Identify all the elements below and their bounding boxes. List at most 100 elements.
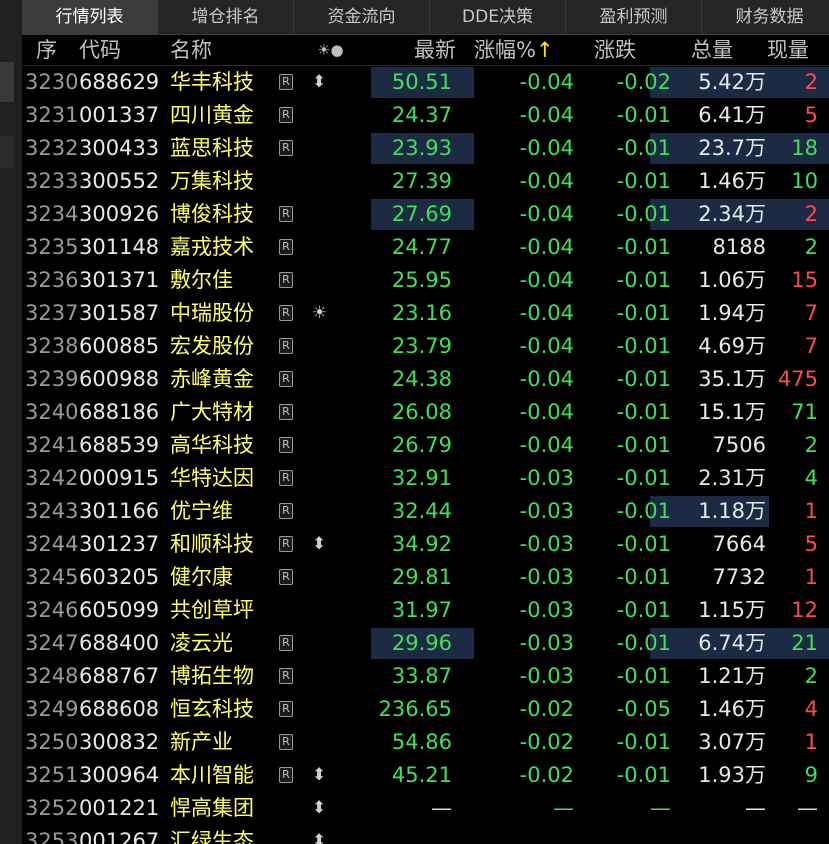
total-volume-number: 1.18 [698,499,745,523]
stock-code: 300832 [79,730,160,754]
col-header-code[interactable]: 代码 [79,35,121,65]
col-header-name[interactable]: 名称 [170,35,212,65]
latest-price-value: 23.93 [391,136,452,160]
table-row[interactable]: 3233 300552 万集科技 27.39 -0.04 -0.01 1.46万 10 [22,165,829,198]
total-volume-number: 1.15 [698,598,745,622]
table-row[interactable]: 3243 301166 优宁维 R 32.44 -0.03 -0.01 1.18万 1 [22,495,829,528]
col-header-chg[interactable]: 涨跌 [594,35,636,65]
col-header-cur[interactable]: 现量 [767,35,809,65]
margin-r-badge-icon: R [279,107,293,123]
table-row[interactable]: 3242 000915 华特达因 R 32.91 -0.03 -0.01 2.31万 4 [22,462,829,495]
row-flag-icon: ⬍ [312,798,327,818]
table-row[interactable]: 3240 688186 广大特材 R 26.08 -0.04 -0.01 15.1万 71 [22,396,829,429]
table-row[interactable]: 3247 688400 凌云光 R 29.96 -0.03 -0.01 6.74万 21 [22,627,829,660]
tab-dde-decision[interactable]: DDE决策 [430,0,566,34]
stock-code: 600885 [79,334,160,358]
margin-r-badge-icon: R [279,371,293,387]
total-volume: 1.21万 [650,660,766,693]
stock-name: 凌云光 [170,631,233,655]
table-row[interactable]: 3234 300926 博俊科技 R 27.69 -0.04 -0.01 2.34万 2 [22,198,829,231]
table-row[interactable]: 3239 600988 赤峰黄金 R 24.38 -0.04 -0.01 35.1万 475 [22,363,829,396]
total-volume-unit: 万 [745,763,766,787]
tab-capital-flow[interactable]: 资金流向 [294,0,430,34]
table-row[interactable]: 3244 301237 和顺科技 R ⬍ 34.92 -0.03 -0.01 7664 5 [22,528,829,561]
row-seq: 3246 [25,598,79,622]
margin-r-badge-icon: R [279,569,293,585]
row-seq: 3233 [25,169,79,193]
tab-position-ranking[interactable]: 增仓排名 [158,0,294,34]
current-volume: 1 [804,730,818,754]
change-percent: -0.03 [519,664,574,688]
row-seq: 3236 [25,268,79,292]
change-percent: -0.04 [519,268,574,292]
latest-price-value: 31.97 [391,598,452,622]
current-volume: 7 [804,301,818,325]
stock-name: 宏发股份 [170,334,254,358]
col-header-pct[interactable]: 涨幅%↑ [474,35,554,65]
change-percent: -0.04 [519,70,574,94]
change-percent: -0.02 [519,730,574,754]
margin-r-badge-icon: R [279,338,293,354]
table-row[interactable]: 3251 300964 本川智能 R ⬍ 45.21 -0.02 -0.01 1.93万 9 [22,759,829,792]
margin-r-badge-icon: R [279,437,293,453]
table-row[interactable]: 3245 603205 健尔康 R 29.81 -0.03 -0.01 7732 1 [22,561,829,594]
change-percent: -0.04 [519,103,574,127]
margin-r-badge-icon: R [279,74,293,90]
latest-price-value: 24.77 [391,235,452,259]
stock-name: 广大特材 [170,400,254,424]
table-row[interactable]: 3253 001267 汇绿生态 ⬍ [22,825,829,844]
stock-code: 300964 [79,763,160,787]
table-row[interactable]: 3236 301371 敷尔佳 R 25.95 -0.04 -0.01 1.06万 15 [22,264,829,297]
stock-code: 001221 [79,796,160,820]
total-volume: 1.06万 [650,264,766,297]
stock-name: 优宁维 [170,499,233,523]
table-row[interactable]: 3248 688767 博拓生物 R 33.87 -0.03 -0.01 1.21万 2 [22,660,829,693]
table-row[interactable]: 3232 300433 蓝思科技 R 23.93 -0.04 -0.01 23.7万 18 [22,132,829,165]
current-volume: 5 [804,103,818,127]
table-row[interactable]: 3237 301587 中瑞股份 R ☀ 23.16 -0.04 -0.01 1.94万 7 [22,297,829,330]
stock-name: 华特达因 [170,466,254,490]
table-row[interactable]: 3249 688608 恒玄科技 R 236.65 -0.02 -0.05 1.46万 4 [22,693,829,726]
table-row[interactable]: 3250 300832 新产业 R 54.86 -0.02 -0.01 3.07万 1 [22,726,829,759]
stock-code: 000915 [79,466,160,490]
col-header-flag[interactable]: ☀● [317,35,344,65]
table-row[interactable]: 3246 605099 共创草坪 31.97 -0.03 -0.01 1.15万 12 [22,594,829,627]
latest-price-value: 54.86 [391,730,452,754]
row-seq: 3237 [25,301,79,325]
stock-code: 688186 [79,400,160,424]
total-volume-unit: 万 [745,334,766,358]
margin-r-badge-icon: R [279,470,293,486]
row-seq: 3244 [25,532,79,556]
table-row[interactable]: 3238 600885 宏发股份 R 23.79 -0.04 -0.01 4.69万 7 [22,330,829,363]
stock-name: 华丰科技 [170,70,254,94]
stock-code: 605099 [79,598,160,622]
table-row[interactable]: 3231 001337 四川黄金 R 24.37 -0.04 -0.01 6.41万 5 [22,99,829,132]
tab-quote-list[interactable]: 行情列表 [22,0,158,34]
stock-code: 300433 [79,136,160,160]
total-volume: 6.41万 [650,99,766,132]
col-header-price[interactable]: 最新 [414,35,456,65]
table-row[interactable]: 3252 001221 悍高集团 ⬍ — — — — — [22,792,829,825]
margin-r-badge-icon: R [279,305,293,321]
table-row[interactable]: 3241 688539 高华科技 R 26.79 -0.04 -0.01 7506 2 [22,429,829,462]
tab-bar: 行情列表 增仓排名 资金流向 DDE决策 盈利预测 财务数据 [22,0,829,35]
stock-name: 蓝思科技 [170,136,254,160]
tab-earnings-forecast[interactable]: 盈利预测 [566,0,702,34]
stock-code: 301587 [79,301,160,325]
stock-code: 688608 [79,697,160,721]
total-volume-number: 3.07 [698,730,745,754]
row-seq: 3232 [25,136,79,160]
row-seq: 3251 [25,763,79,787]
total-volume: 3.07万 [650,726,766,759]
table-row[interactable]: 3235 301148 嘉戎技术 R 24.77 -0.04 -0.01 8188 2 [22,231,829,264]
col-header-seq[interactable]: 序 [36,35,57,65]
row-seq: 3238 [25,334,79,358]
tab-financial-data[interactable]: 财务数据 [702,0,829,34]
left-strip-block [0,62,14,102]
table-row[interactable]: 3230 688629 华丰科技 R ⬍ 50.51 -0.04 -0.02 5.42万 2 [22,66,829,99]
stock-name: 和顺科技 [170,532,254,556]
row-seq: 3253 [25,829,79,844]
latest-price-value: 50.51 [391,70,452,94]
col-header-vol[interactable]: 总量 [691,35,733,65]
total-volume-number: 2.31 [698,466,745,490]
